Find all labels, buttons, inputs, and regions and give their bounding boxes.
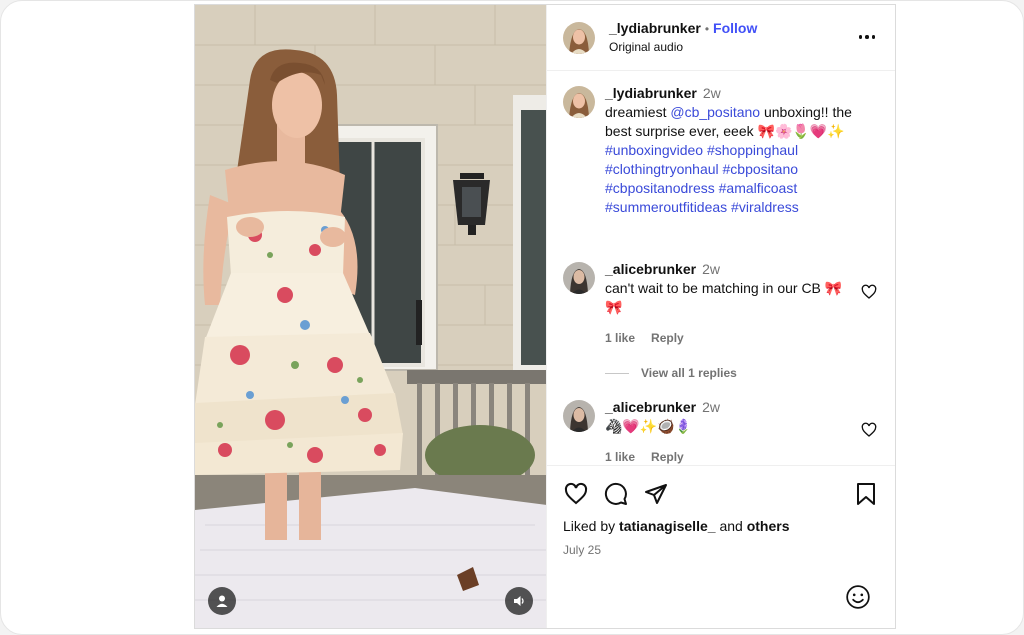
like-button[interactable] — [563, 481, 589, 507]
separator-dot: • — [704, 22, 710, 36]
view-replies-label: View all 1 replies — [641, 366, 737, 380]
reply-button[interactable]: Reply — [651, 448, 684, 465]
comment-item: _alicebrunker 2w 🦓💗✨🥥🪻 1 like Reply — [563, 398, 879, 465]
post-date[interactable]: July 25 — [563, 543, 879, 557]
author-username[interactable]: _lydiabrunker — [609, 20, 701, 36]
comment-heart-icon[interactable] — [861, 422, 877, 438]
bookmark-icon — [857, 483, 875, 505]
comment-actions: 1 like Reply — [605, 329, 855, 348]
caption-mention[interactable]: @cb_positano — [670, 104, 760, 120]
post-side-panel: _lydiabrunker • Follow Original audio _l… — [546, 5, 895, 628]
comment-item: _alicebrunker 2w can't wait to be matchin… — [563, 260, 879, 348]
emoji-icon[interactable] — [845, 584, 871, 610]
liked-by-prefix: Liked by — [563, 518, 616, 534]
caption-hashtags[interactable]: #unboxingvideo #shoppinghaul #clothingtr… — [605, 141, 855, 217]
comment-username[interactable]: _alicebrunker — [605, 399, 696, 415]
post-video[interactable] — [195, 5, 546, 628]
comment-icon — [604, 482, 627, 505]
action-bar — [563, 466, 879, 522]
user-tag-icon — [216, 595, 228, 607]
comment-like-count[interactable]: 1 like — [605, 329, 635, 348]
comment-body: _alicebrunker 2w can't wait to be matchin… — [605, 260, 855, 348]
comment-button[interactable] — [603, 481, 629, 507]
speaker-icon — [514, 596, 524, 606]
comment-username[interactable]: _alicebrunker — [605, 261, 696, 277]
post-header: _lydiabrunker • Follow Original audio — [547, 5, 895, 71]
replies-divider — [605, 372, 629, 374]
comment-actions: 1 like Reply — [605, 448, 855, 465]
caption-author-avatar[interactable] — [563, 86, 595, 118]
follow-button[interactable]: Follow — [713, 20, 757, 36]
author-avatar[interactable] — [563, 21, 595, 54]
caption-text-start: dreamiest — [605, 104, 671, 120]
more-options-icon[interactable] — [857, 27, 877, 47]
sound-toggle-button[interactable] — [505, 587, 533, 615]
post-actions-section: Liked by tatianagiselle_ and others July… — [547, 465, 895, 557]
heart-icon — [564, 482, 588, 505]
save-button[interactable] — [853, 481, 879, 507]
comment-text: can't wait to be matching in our CB 🎀🎀 — [605, 280, 843, 315]
caption-username[interactable]: _lydiabrunker — [605, 85, 697, 101]
liked-by-user[interactable]: tatianagiselle_ — [619, 518, 716, 534]
comment-like-count[interactable]: 1 like — [605, 448, 635, 465]
share-button[interactable] — [643, 481, 669, 507]
view-replies-button[interactable]: View all 1 replies — [605, 366, 879, 380]
instagram-post: _lydiabrunker • Follow Original audio _l… — [194, 4, 896, 629]
comment-time: 2w — [702, 261, 720, 277]
liked-by-text: Liked by tatianagiselle_ and others — [563, 517, 879, 535]
audio-label[interactable]: Original audio — [609, 38, 757, 56]
comment-time: 2w — [702, 399, 720, 415]
liked-by-others[interactable]: others — [747, 518, 790, 534]
share-icon — [645, 484, 667, 504]
header-meta: _lydiabrunker • Follow Original audio — [609, 19, 757, 56]
commenter-avatar[interactable] — [563, 262, 595, 294]
caption: _lydiabrunker 2w dreamiest @cb_positano u… — [563, 84, 879, 254]
caption-body: _lydiabrunker 2w dreamiest @cb_positano u… — [605, 84, 855, 254]
caption-time: 2w — [702, 85, 721, 101]
comment-body: _alicebrunker 2w 🦓💗✨🥥🪻 1 like Reply — [605, 398, 855, 465]
reply-button[interactable]: Reply — [651, 329, 684, 348]
comments-section[interactable]: _lydiabrunker 2w dreamiest @cb_positano u… — [547, 72, 895, 465]
video-frame — [195, 5, 546, 628]
commenter-avatar[interactable] — [563, 400, 595, 432]
comment-heart-icon[interactable] — [861, 284, 877, 300]
comment-text: 🦓💗✨🥥🪻 — [605, 418, 693, 434]
liked-by-and: and — [719, 518, 743, 534]
caption-text: dreamiest @cb_positano unboxing!! the be… — [605, 103, 855, 141]
post-card: _lydiabrunker • Follow Original audio _l… — [0, 0, 1024, 635]
user-tag-button[interactable] — [208, 587, 236, 615]
